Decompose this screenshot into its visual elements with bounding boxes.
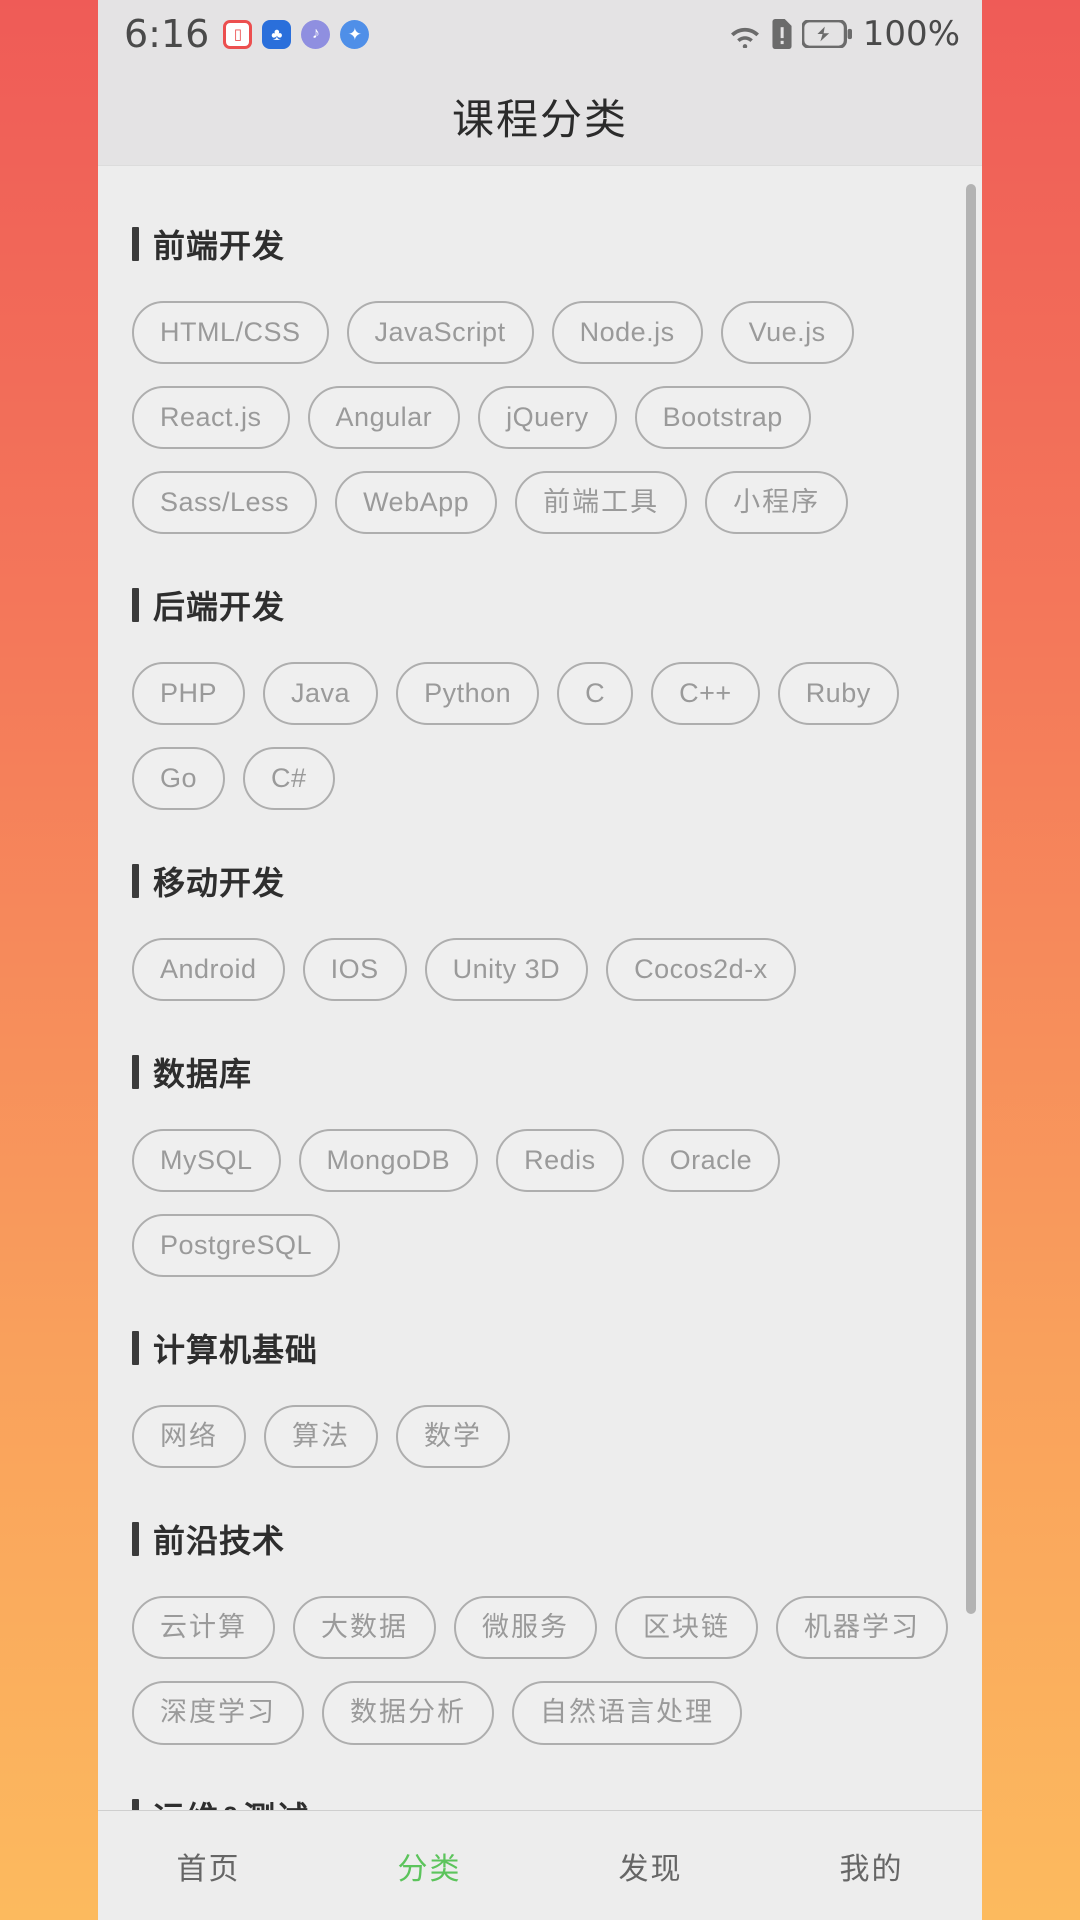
tag-list: 网络 算法 数学 — [132, 1405, 948, 1469]
category-tag[interactable]: WebApp — [335, 471, 498, 535]
category-tag[interactable]: 机器学习 — [776, 1596, 948, 1660]
section-title: 后端开发 — [153, 589, 286, 626]
category-tag[interactable]: 区块链 — [615, 1596, 758, 1660]
scroll-container[interactable]: 前端开发 HTML/CSS JavaScript Node.js Vue.js React… — [98, 166, 982, 1810]
bottom-navigation: 首页 分类 发现 我的 — [98, 1810, 982, 1920]
category-tag[interactable]: 小程序 — [705, 471, 849, 535]
status-bar-left: 6:16 ▯ ♣ ♪ ✦ — [124, 12, 370, 56]
category-tag[interactable]: 云计算 — [132, 1596, 275, 1660]
category-section: 计算机基础网络 算法 数学 — [98, 1325, 982, 1469]
category-tag[interactable]: 前端工具 — [515, 471, 688, 535]
section-accent-bar — [132, 227, 139, 261]
category-section: 前沿技术云计算 大数据 微服务 区块链 机器学习深度学习 数据分析 自然语言处理 — [98, 1516, 982, 1745]
section-accent-bar — [132, 1331, 139, 1366]
category-tag[interactable]: Android — [132, 938, 285, 1002]
section-header: 计算机基础 — [132, 1325, 948, 1371]
page-title: 课程分类 — [451, 96, 628, 143]
status-bar-right: 100% — [728, 17, 960, 51]
tag-list: MySQL MongoDB Redis Oracle PostgreSQL — [132, 1129, 948, 1278]
nav-item-2[interactable]: 发现 — [540, 1844, 761, 1888]
category-tag[interactable]: Redis — [496, 1129, 624, 1193]
category-tag[interactable]: Go — [132, 747, 226, 811]
section-header: 前端开发 — [132, 221, 948, 267]
category-tag[interactable]: Ruby — [777, 662, 899, 726]
category-tag[interactable]: C — [557, 662, 634, 726]
music-app-icon: ♪ — [301, 19, 331, 49]
section-title: 前沿技术 — [153, 1523, 286, 1560]
category-tag[interactable]: Vue.js — [720, 301, 854, 365]
section-title: 运维&测试 — [153, 1793, 309, 1810]
tag-list: HTML/CSS JavaScript Node.js Vue.js React.js A… — [132, 301, 948, 535]
section-accent-bar — [132, 1522, 139, 1557]
category-tag[interactable]: PHP — [132, 662, 246, 726]
category-tag[interactable]: JavaScript — [346, 301, 534, 365]
wifi-icon — [728, 20, 762, 48]
category-tag[interactable]: 深度学习 — [132, 1681, 304, 1745]
category-tag[interactable]: C# — [243, 747, 335, 811]
category-tag[interactable]: 数学 — [396, 1405, 510, 1469]
category-tag[interactable]: Angular — [307, 386, 461, 450]
category-section: 运维&测试测试运维 — [98, 1793, 982, 1810]
section-header: 移动开发 — [132, 858, 948, 904]
category-tag[interactable]: Node.js — [551, 301, 703, 365]
category-tag[interactable]: 大数据 — [293, 1596, 436, 1660]
category-tag[interactable]: 网络 — [132, 1405, 246, 1469]
category-tag[interactable]: HTML/CSS — [132, 301, 329, 365]
category-sections: 前端开发 HTML/CSS JavaScript Node.js Vue.js React… — [98, 166, 982, 1810]
section-title: 计算机基础 — [153, 1332, 319, 1369]
tag-list: PHP Java Python C C++ Ruby Go C# — [132, 662, 948, 811]
category-tag[interactable]: Cocos2d-x — [606, 938, 796, 1002]
category-section: 后端开发 PHP Java Python C C++ Ruby Go C# — [98, 582, 982, 811]
battery-charging-icon — [801, 20, 852, 48]
nav-item-0[interactable]: 首页 — [98, 1844, 319, 1888]
category-tag[interactable]: Bootstrap — [634, 386, 811, 450]
scrollbar-thumb[interactable] — [966, 184, 976, 1614]
app-header: 课程分类 — [98, 68, 982, 166]
section-header: 数据库 — [132, 1049, 948, 1095]
tag-list: Android IOS Unity 3D Cocos2d-x — [132, 938, 948, 1002]
category-tag[interactable]: Java — [263, 662, 379, 726]
battery-percent-label: 100% — [862, 14, 960, 54]
nav-item-3[interactable]: 我的 — [761, 1844, 982, 1888]
book-app-icon: ▯ — [223, 19, 253, 49]
category-tag[interactable]: IOS — [302, 938, 407, 1002]
category-tag[interactable]: MySQL — [132, 1129, 281, 1193]
nav-item-1[interactable]: 分类 — [319, 1844, 540, 1888]
category-section: 移动开发 Android IOS Unity 3D Cocos2d-x — [98, 858, 982, 1002]
category-tag[interactable]: 数据分析 — [322, 1681, 494, 1745]
phone-screen: 6:16 ▯ ♣ ♪ ✦ 100% 课程分类 前端开发 HTML/CSS Jav… — [98, 0, 982, 1920]
section-accent-bar — [132, 864, 139, 899]
category-tag[interactable]: 算法 — [264, 1405, 378, 1469]
section-accent-bar — [132, 588, 139, 623]
globe-app-icon: ✦ — [340, 19, 370, 49]
category-tag[interactable]: Unity 3D — [424, 938, 589, 1002]
category-section: 前端开发 HTML/CSS JavaScript Node.js Vue.js React… — [98, 221, 982, 535]
section-title: 数据库 — [153, 1056, 253, 1093]
category-tag[interactable]: 自然语言处理 — [512, 1681, 742, 1745]
section-accent-bar — [132, 1055, 139, 1090]
category-tag[interactable]: PostgreSQL — [132, 1214, 341, 1278]
category-tag[interactable]: MongoDB — [298, 1129, 479, 1193]
scrollbar-track[interactable] — [966, 166, 976, 1810]
section-header: 运维&测试 — [132, 1793, 948, 1810]
section-accent-bar — [132, 1798, 139, 1810]
category-tag[interactable]: Oracle — [641, 1129, 781, 1193]
sim-alert-icon — [771, 19, 793, 49]
section-title: 前端开发 — [153, 228, 286, 264]
tag-list: 云计算 大数据 微服务 区块链 机器学习深度学习 数据分析 自然语言处理 — [132, 1596, 948, 1745]
category-tag[interactable]: 微服务 — [454, 1596, 597, 1660]
section-header: 后端开发 — [132, 582, 948, 628]
category-tag[interactable]: C++ — [651, 662, 760, 726]
category-tag[interactable]: React.js — [132, 386, 290, 450]
category-tag[interactable]: jQuery — [478, 386, 617, 450]
section-header: 前沿技术 — [132, 1516, 948, 1562]
status-time: 6:16 — [124, 12, 210, 56]
blue-app-icon: ♣ — [262, 19, 292, 49]
category-tag[interactable]: Python — [396, 662, 540, 726]
section-title: 移动开发 — [153, 865, 286, 902]
category-tag[interactable]: Sass/Less — [132, 471, 318, 535]
status-bar: 6:16 ▯ ♣ ♪ ✦ 100% — [98, 0, 982, 68]
category-section: 数据库 MySQL MongoDB Redis Oracle PostgreSQL — [98, 1049, 982, 1278]
